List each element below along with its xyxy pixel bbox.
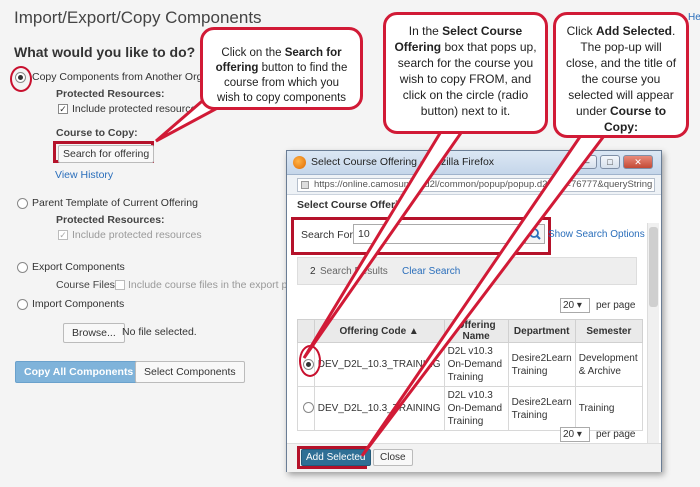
callout-search-instruction: Click on the Search for offering button …	[200, 27, 363, 110]
callout-1-text: Click on the	[221, 47, 282, 59]
callout-add-selected-instruction: Click Add Selected. The pop-up will clos…	[553, 12, 689, 138]
callout-3-pointer	[360, 126, 614, 457]
callout-popup-instruction: In the Select Course Offering box that p…	[383, 12, 548, 134]
callout-2-text: In the	[408, 24, 439, 38]
callout-3-bold-2: Course to Copy:	[604, 104, 667, 134]
callout-3-text: Click	[566, 24, 593, 38]
callout-2-pointer	[302, 118, 473, 359]
callout-3-bold: Add Selected	[595, 24, 673, 38]
